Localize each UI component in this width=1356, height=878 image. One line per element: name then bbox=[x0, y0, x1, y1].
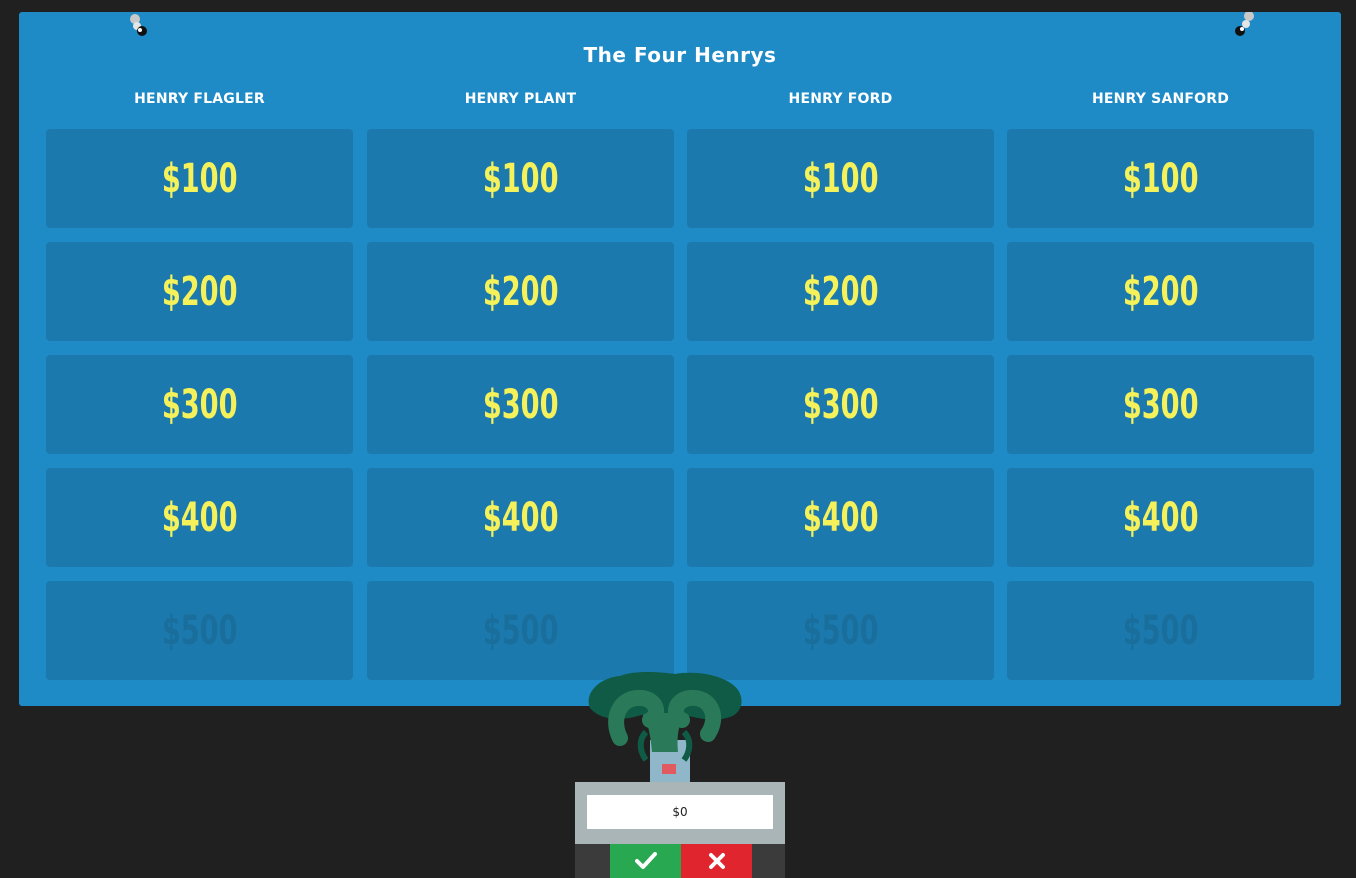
category-header: HENRY FLAGLER bbox=[134, 91, 265, 107]
clue-cell-used: $500 bbox=[46, 581, 353, 680]
player-podium: $0 bbox=[575, 782, 785, 878]
category-header: HENRY FORD bbox=[788, 91, 893, 107]
clue-cell[interactable]: $100 bbox=[687, 129, 994, 228]
clue-value: $300 bbox=[482, 381, 559, 428]
clue-cell[interactable]: $200 bbox=[687, 242, 994, 341]
checkmark-icon bbox=[634, 852, 657, 869]
clue-cell[interactable]: $400 bbox=[367, 468, 674, 567]
clue-cell[interactable]: $200 bbox=[367, 242, 674, 341]
board-title: The Four Henrys bbox=[583, 43, 777, 67]
clue-value: $500 bbox=[482, 607, 559, 654]
clue-cell[interactable]: $100 bbox=[46, 129, 353, 228]
clue-value: $100 bbox=[802, 155, 879, 202]
clue-value: $500 bbox=[161, 607, 238, 654]
clue-value: $400 bbox=[802, 494, 879, 541]
clue-cell[interactable]: $400 bbox=[687, 468, 994, 567]
category-header: HENRY PLANT bbox=[464, 91, 577, 107]
clue-value: $200 bbox=[802, 268, 879, 315]
clue-cell[interactable]: $100 bbox=[367, 129, 674, 228]
jeopardy-board: The Four Henrys HENRY FLAGLER HENRY PLAN… bbox=[19, 12, 1341, 706]
clue-cell[interactable]: $400 bbox=[1007, 468, 1314, 567]
clue-value: $400 bbox=[161, 494, 238, 541]
clue-cell[interactable]: $200 bbox=[1007, 242, 1314, 341]
clue-cell-used: $500 bbox=[1007, 581, 1314, 680]
broccoli-mascot bbox=[588, 672, 742, 786]
clue-value: $200 bbox=[482, 268, 559, 315]
clue-cell[interactable]: $300 bbox=[46, 355, 353, 454]
clue-value: $200 bbox=[1122, 268, 1199, 315]
clue-cell-used: $500 bbox=[687, 581, 994, 680]
clue-value: $400 bbox=[482, 494, 559, 541]
clue-value: $100 bbox=[1122, 155, 1199, 202]
game-stage: The Four Henrys HENRY FLAGLER HENRY PLAN… bbox=[0, 0, 1356, 878]
clue-cell-used: $500 bbox=[367, 581, 674, 680]
clue-cell[interactable]: $300 bbox=[367, 355, 674, 454]
x-icon bbox=[708, 853, 725, 869]
clue-value: $400 bbox=[1122, 494, 1199, 541]
clue-cell[interactable]: $200 bbox=[46, 242, 353, 341]
player-score: $0 bbox=[587, 795, 773, 829]
category-header: HENRY SANFORD bbox=[1091, 91, 1230, 107]
clue-cell[interactable]: $300 bbox=[687, 355, 994, 454]
clue-value: $300 bbox=[161, 381, 238, 428]
clue-cell[interactable]: $100 bbox=[1007, 129, 1314, 228]
clue-value: $100 bbox=[161, 155, 238, 202]
clue-cell[interactable]: $400 bbox=[46, 468, 353, 567]
clue-value: $100 bbox=[482, 155, 559, 202]
mark-correct-button[interactable] bbox=[610, 844, 681, 878]
mark-wrong-button[interactable] bbox=[681, 844, 752, 878]
clue-value: $500 bbox=[1122, 607, 1199, 654]
clue-value: $200 bbox=[161, 268, 238, 315]
clue-value: $500 bbox=[802, 607, 879, 654]
clue-cell[interactable]: $300 bbox=[1007, 355, 1314, 454]
clue-value: $300 bbox=[802, 381, 879, 428]
clue-value: $300 bbox=[1122, 381, 1199, 428]
